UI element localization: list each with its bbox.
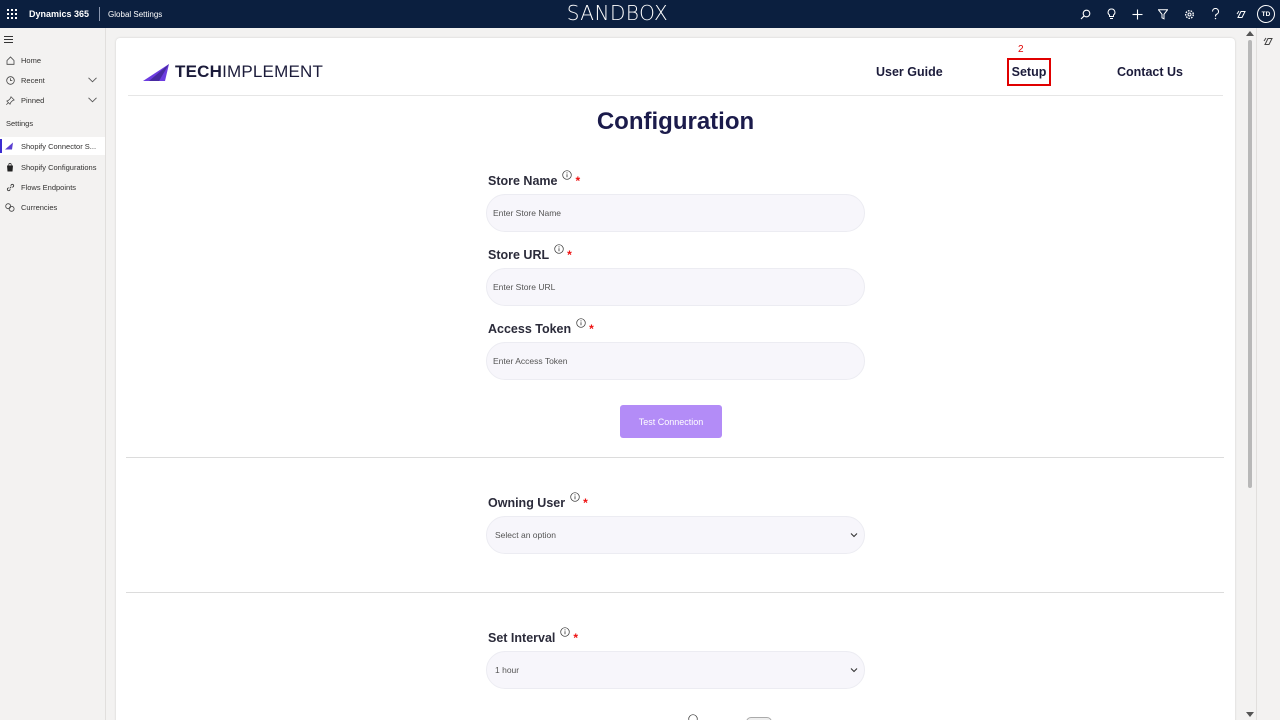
sidebar-item-flows-endpoints[interactable]: Flows Endpoints <box>0 178 105 196</box>
nav-item-pinned[interactable]: Pinned <box>0 91 105 109</box>
store-url-label: Store URL * <box>488 244 572 262</box>
sidebar-item-label: Flows Endpoints <box>21 182 77 192</box>
field-label-text: Access Token <box>488 322 572 336</box>
nav-item-label: Pinned <box>21 95 45 105</box>
store-url-input[interactable]: Enter Store URL <box>486 268 865 306</box>
nav-link-contact-us[interactable]: Contact Us <box>1117 65 1183 79</box>
scroll-up-arrow-icon[interactable] <box>1246 31 1254 36</box>
search-icon[interactable] <box>1072 0 1098 28</box>
logo-text-light: IMPLEMENT <box>222 62 324 81</box>
logo-mark-icon <box>143 64 169 81</box>
user-avatar[interactable]: TD <box>1254 0 1280 28</box>
nav-item-home[interactable]: Home <box>0 51 105 69</box>
techimplement-icon <box>5 141 15 151</box>
section-divider <box>126 457 1224 458</box>
filter-icon[interactable] <box>1150 0 1176 28</box>
chevron-down-icon <box>850 533 858 538</box>
sidebar-item-shopify-configurations[interactable]: Shopify Configurations <box>0 158 105 176</box>
chevron-down-icon <box>850 668 858 673</box>
required-marker: * <box>573 631 579 645</box>
left-navigation: Home Recent Pinned Settings Shopify Conn… <box>0 28 106 720</box>
field-label-text: Owning User <box>488 496 566 510</box>
right-side-pane <box>1256 28 1280 720</box>
link-icon <box>5 182 15 192</box>
field-label-text: Set Interval <box>488 631 556 645</box>
avatar: TD <box>1257 5 1275 23</box>
clock-icon <box>5 75 15 85</box>
test-connection-button[interactable]: Test Connection <box>620 405 722 438</box>
info-icon[interactable] <box>560 627 571 637</box>
info-icon[interactable] <box>554 244 564 254</box>
lightbulb-icon[interactable] <box>1098 0 1124 28</box>
copilot-pane-icon[interactable] <box>1263 36 1274 47</box>
currency-icon <box>5 202 15 212</box>
sidebar-item-label: Currencies <box>21 202 58 212</box>
logo-text: TECHIMPLEMENT <box>175 62 323 82</box>
header-divider <box>128 95 1223 96</box>
select-value: 1 hour <box>495 665 520 675</box>
shopify-bag-icon <box>5 162 15 172</box>
copilot-icon[interactable] <box>1228 0 1254 28</box>
annotation-number: 2 <box>1018 44 1024 55</box>
gear-icon[interactable] <box>1176 0 1202 28</box>
hamburger-menu-icon[interactable] <box>4 36 13 45</box>
nav-item-recent[interactable]: Recent <box>0 71 105 89</box>
sidebar-item-currencies[interactable]: Currencies <box>0 198 105 216</box>
chevron-down-icon[interactable] <box>88 96 97 105</box>
topbar-icons: TD <box>1072 0 1280 28</box>
info-icon[interactable] <box>576 318 586 328</box>
section-divider <box>126 592 1224 593</box>
scrollbar-thumb[interactable] <box>1248 40 1252 488</box>
chevron-down-icon[interactable] <box>88 76 97 85</box>
owning-user-select[interactable]: Select an option <box>486 516 865 554</box>
access-token-input[interactable]: Enter Access Token <box>486 342 865 380</box>
main-content: TECHIMPLEMENT User Guide 2 Setup Contact… <box>116 38 1235 720</box>
select-value: Select an option <box>495 530 556 540</box>
environment-banner: SANDBOX <box>566 1 669 25</box>
field-label-text: Store URL <box>488 248 550 262</box>
nav-item-label: Home <box>21 55 42 65</box>
nav-link-user-guide[interactable]: User Guide <box>876 65 943 79</box>
help-icon[interactable] <box>1202 0 1228 28</box>
nav-link-setup-label: Setup <box>1011 65 1047 79</box>
access-token-label: Access Token * <box>488 318 594 336</box>
nav-link-setup[interactable]: Setup <box>1007 58 1051 86</box>
set-interval-label: Set Interval * <box>488 627 579 645</box>
top-bar: Dynamics 365 Global Settings SANDBOX TD <box>0 0 1280 28</box>
home-icon <box>5 55 15 65</box>
field-label-text: Store Name <box>488 174 558 188</box>
set-interval-select[interactable]: 1 hour <box>486 651 865 689</box>
sidebar-item-shopify-connector-setup[interactable]: Shopify Connector S... <box>0 137 105 155</box>
required-marker: * <box>583 496 588 510</box>
required-marker: * <box>589 322 594 336</box>
settings-section-header: Settings <box>6 119 34 128</box>
scrollbar[interactable] <box>1243 28 1257 720</box>
required-marker: * <box>567 248 572 262</box>
info-icon[interactable] <box>562 170 573 180</box>
info-icon[interactable] <box>688 714 698 720</box>
scroll-down-arrow-icon[interactable] <box>1246 712 1254 717</box>
store-name-label: Store Name * <box>488 170 581 188</box>
sidebar-item-label: Shopify Connector S... <box>21 141 97 151</box>
info-icon[interactable] <box>570 492 580 502</box>
page-title: Configuration <box>596 108 755 135</box>
owning-user-label: Owning User * <box>488 492 588 510</box>
sidebar-item-label: Shopify Configurations <box>21 162 97 172</box>
pin-icon <box>5 95 15 105</box>
nav-item-label: Recent <box>21 75 45 85</box>
techimplement-logo[interactable]: TECHIMPLEMENT <box>143 62 323 82</box>
logo-text-bold: TECH <box>175 62 223 81</box>
required-marker: * <box>575 174 581 188</box>
store-name-input[interactable]: Enter Store Name <box>486 194 865 232</box>
plus-icon[interactable] <box>1124 0 1150 28</box>
